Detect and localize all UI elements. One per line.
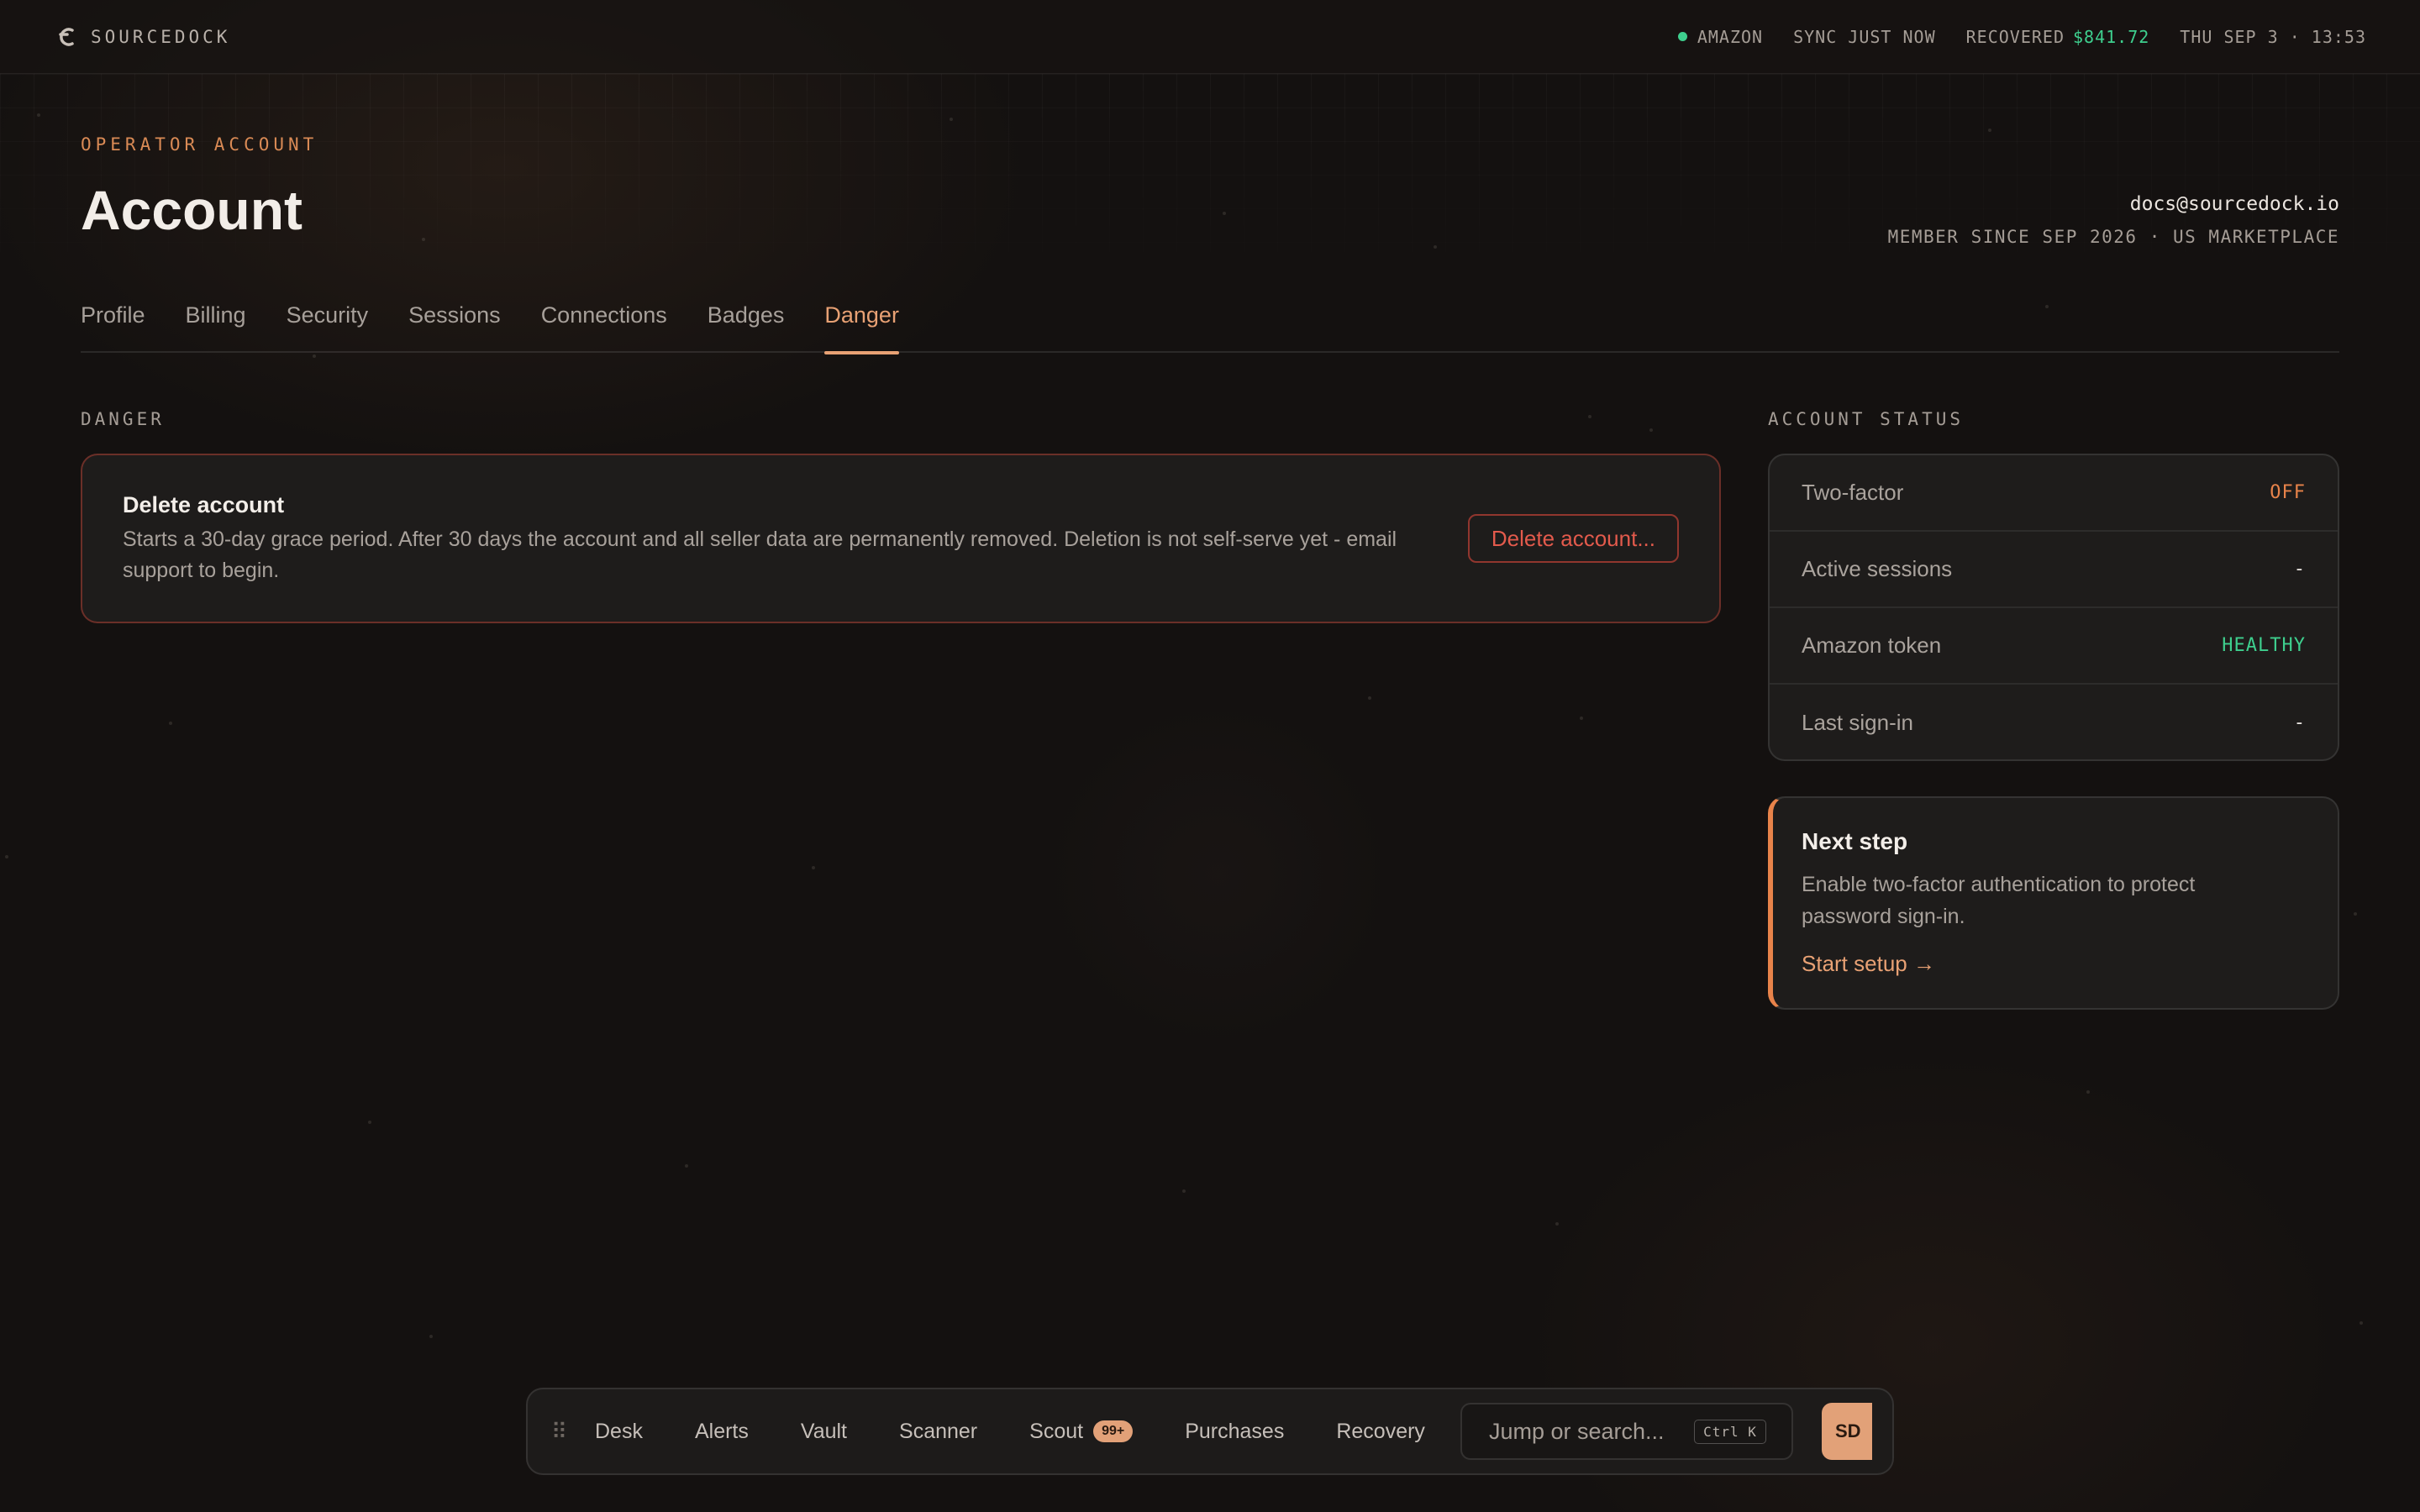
dock-item-vault[interactable]: Vault — [801, 1420, 847, 1444]
top-bar: SOURCEDOCK AMAZON SYNC JUST NOW RECOVERE… — [0, 0, 2420, 74]
search-placeholder: Jump or search... — [1488, 1418, 1665, 1444]
start-setup-link[interactable]: Start setup → — [1802, 951, 1935, 977]
tab-danger[interactable]: Danger — [824, 294, 899, 354]
delete-account-description: Starts a 30-day grace period. After 30 d… — [123, 528, 1397, 582]
next-step-card: Next step Enable two-factor authenticati… — [1768, 796, 2339, 1010]
amazon-token-status-badge: HEALTHY — [2222, 635, 2306, 656]
two-factor-status-badge: OFF — [2270, 482, 2306, 503]
status-label: Amazon token — [1802, 633, 1942, 658]
status-row-active-sessions: Active sessions - — [1770, 532, 2338, 608]
avatar[interactable]: SD — [1821, 1403, 1872, 1460]
status-row-amazon-token: Amazon token HEALTHY — [1770, 608, 2338, 685]
status-row-two-factor: Two-factor OFF — [1770, 455, 2338, 532]
active-sessions-value: - — [2293, 559, 2306, 580]
datetime: THU SEP 3 · 13:53 — [2180, 26, 2366, 47]
dock-item-desk[interactable]: Desk — [595, 1420, 643, 1444]
account-status-section-label: ACCOUNT STATUS — [1768, 409, 1965, 429]
last-sign-in-value: - — [2293, 712, 2306, 733]
header-grid-pattern — [0, 74, 2420, 292]
status-label: Active sessions — [1802, 556, 1953, 581]
sourcedock-logo-icon — [59, 27, 74, 46]
marketplace-label: AMAZON — [1697, 26, 1764, 47]
dock-item-scout-label: Scout — [1029, 1419, 1084, 1443]
delete-account-title: Delete account — [123, 492, 285, 517]
bottom-dock: ⠿ Desk Alerts Vault Scanner Scout 99+ Pu… — [526, 1388, 1894, 1475]
brand[interactable]: SOURCEDOCK — [54, 24, 230, 50]
tab-sessions[interactable]: Sessions — [408, 294, 501, 353]
dock-item-recovery[interactable]: Recovery — [1336, 1420, 1425, 1444]
next-step-description: Enable two-factor authentication to prot… — [1802, 873, 2196, 928]
drag-handle-icon[interactable]: ⠿ — [551, 1419, 568, 1444]
delete-account-card: Delete account Starts a 30-day grace per… — [81, 454, 1721, 623]
dock-item-scanner[interactable]: Scanner — [899, 1420, 977, 1444]
account-status-card: Two-factor OFF Active sessions - Amazon … — [1768, 454, 2339, 761]
tab-security[interactable]: Security — [287, 294, 369, 353]
recovered-value: $841.72 — [2073, 26, 2150, 47]
dock-item-alerts[interactable]: Alerts — [695, 1420, 749, 1444]
delete-account-button[interactable]: Delete account... — [1467, 514, 1679, 563]
recovered-amount: RECOVERED $841.72 — [1966, 27, 2150, 47]
command-search-input[interactable]: Jump or search... Ctrl K — [1460, 1403, 1793, 1460]
tab-badges[interactable]: Badges — [708, 294, 785, 353]
scout-count-badge: 99+ — [1093, 1420, 1134, 1442]
brand-name: SOURCEDOCK — [91, 26, 231, 47]
recovered-label: RECOVERED — [1965, 26, 2065, 47]
next-step-title: Next step — [1802, 828, 1908, 854]
user-email: docs@sourcedock.io — [2129, 193, 2339, 215]
keyboard-shortcut-hint: Ctrl K — [1694, 1419, 1766, 1444]
topbar-status: AMAZON SYNC JUST NOW RECOVERED $841.72 T… — [1677, 26, 2366, 47]
page-eyebrow: OPERATOR ACCOUNT — [81, 134, 318, 155]
dock-item-purchases[interactable]: Purchases — [1185, 1420, 1284, 1444]
dock-item-scout[interactable]: Scout 99+ — [1029, 1419, 1134, 1444]
tab-profile[interactable]: Profile — [81, 294, 145, 353]
member-meta: MEMBER SINCE SEP 2026 · US MARKETPLACE — [1887, 227, 2339, 247]
tab-billing[interactable]: Billing — [186, 294, 246, 353]
danger-section-label: DANGER — [81, 409, 165, 429]
marketplace-status: AMAZON — [1677, 26, 1764, 47]
page-title: Account — [81, 179, 302, 241]
status-label: Last sign-in — [1802, 710, 1913, 735]
account-tabs: Profile Billing Security Sessions Connec… — [81, 294, 2339, 354]
tab-connections[interactable]: Connections — [541, 294, 667, 353]
status-row-last-sign-in: Last sign-in - — [1770, 685, 2338, 759]
status-label: Two-factor — [1802, 480, 1904, 505]
sync-status: SYNC JUST NOW — [1793, 26, 1936, 47]
connection-status-dot-icon — [1677, 32, 1687, 41]
